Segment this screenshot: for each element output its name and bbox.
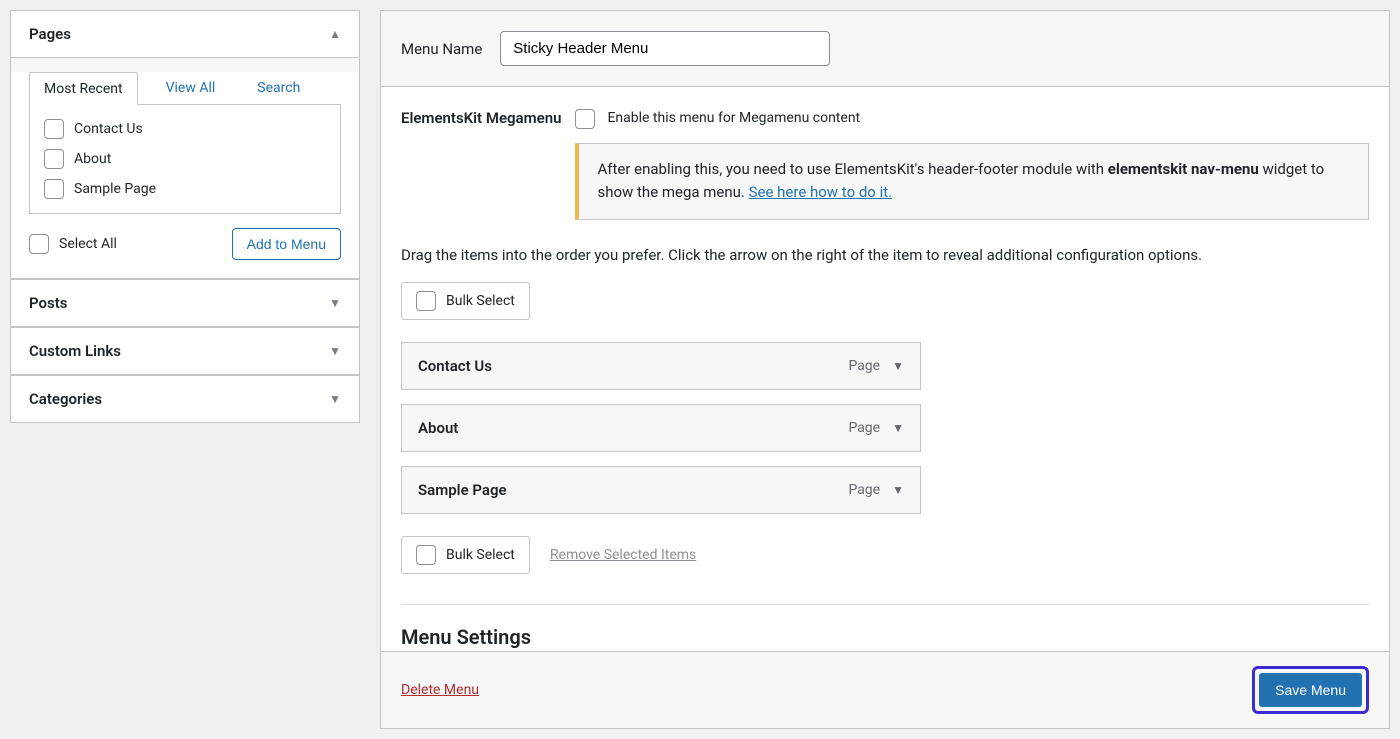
bulk-select-label: Bulk Select [446,547,515,563]
caret-down-icon[interactable]: ▼ [892,359,904,373]
bulk-select-bottom[interactable]: Bulk Select [401,536,530,574]
menu-items-list: Contact Us Page ▼ About Page ▼ Sample Pa… [401,342,1369,514]
megamenu-enable-checkbox[interactable] [575,109,595,129]
add-to-menu-button[interactable]: Add to Menu [232,228,341,260]
menu-item-title: Sample Page [418,481,507,499]
menu-item-type: Page [848,482,880,498]
page-item-label: Contact Us [74,121,143,137]
drag-instructions: Drag the items into the order you prefer… [401,246,1369,264]
checkbox[interactable] [44,149,64,169]
menu-item-meta: Page ▼ [848,420,904,436]
accordion-pages-header[interactable]: Pages ▲ [11,11,359,58]
bulk-select-top[interactable]: Bulk Select [401,282,530,320]
checkbox[interactable] [44,179,64,199]
menu-editor: Menu Name ElementsKit Megamenu Enable th… [380,10,1390,729]
caret-down-icon: ▼ [329,344,341,358]
menu-editor-content: ElementsKit Megamenu Enable this menu fo… [381,87,1389,651]
select-all-label: Select All [59,236,117,252]
megamenu-enable-label: Enable this menu for Megamenu content [607,110,860,126]
elementskit-label: ElementsKit Megamenu [401,107,561,127]
menu-name-input[interactable] [500,31,830,66]
save-menu-button[interactable]: Save Menu [1259,673,1362,707]
caret-up-icon: ▲ [329,27,341,41]
tab-most-recent[interactable]: Most Recent [29,72,138,105]
menu-item-meta: Page ▼ [848,482,904,498]
notice-link[interactable]: See here how to do it. [749,183,892,201]
accordion-title: Categories [29,390,102,408]
divider [401,604,1369,605]
pages-actions-row: Select All Add to Menu [29,228,341,260]
menu-item-type: Page [848,420,880,436]
caret-down-icon: ▼ [329,296,341,310]
accordion-custom-links-header[interactable]: Custom Links ▼ [11,327,359,375]
accordion-pages-title: Pages [29,25,71,43]
menu-item[interactable]: About Page ▼ [401,404,921,452]
menu-item[interactable]: Contact Us Page ▼ [401,342,921,390]
bulk-select-label: Bulk Select [446,293,515,309]
page-item-label: About [74,151,111,167]
page-item-label: Sample Page [74,181,156,197]
notice-text: After enabling this, you need to use Ele… [597,160,1107,178]
menu-item-meta: Page ▼ [848,358,904,374]
elementskit-row: ElementsKit Megamenu Enable this menu fo… [401,107,1369,220]
checkbox[interactable] [416,545,436,565]
delete-menu-link[interactable]: Delete Menu [401,682,479,698]
checkbox[interactable] [29,234,49,254]
add-items-sidebar: Pages ▲ Most Recent View All Search Cont… [10,10,360,423]
save-menu-highlight: Save Menu [1252,666,1369,714]
menu-item[interactable]: Sample Page Page ▼ [401,466,921,514]
page-item-about: About [44,149,326,169]
menu-editor-footer: Delete Menu Save Menu [381,651,1389,728]
menu-item-title: About [418,419,458,437]
page-item-sample-page: Sample Page [44,179,326,199]
accordion-posts-header[interactable]: Posts ▼ [11,279,359,327]
pages-tabs: Most Recent View All Search [29,72,341,105]
accordion-title: Custom Links [29,342,121,360]
accordion-categories-header[interactable]: Categories ▼ [11,375,359,422]
menu-item-title: Contact Us [418,357,492,375]
bulk-row-bottom: Bulk Select Remove Selected Items [401,536,1369,574]
menu-item-type: Page [848,358,880,374]
accordion-title: Posts [29,294,67,312]
checkbox[interactable] [416,291,436,311]
checkbox[interactable] [44,119,64,139]
megamenu-notice: After enabling this, you need to use Ele… [575,143,1369,220]
menu-settings-heading: Menu Settings [401,625,1369,649]
remove-selected-link[interactable]: Remove Selected Items [550,547,696,563]
menu-name-row: Menu Name [381,11,1389,87]
tab-search[interactable]: Search [243,72,314,105]
menu-name-label: Menu Name [401,40,482,58]
notice-bold: elementskit nav-menu [1108,160,1259,178]
select-all[interactable]: Select All [29,234,117,254]
caret-down-icon[interactable]: ▼ [892,483,904,497]
caret-down-icon[interactable]: ▼ [892,421,904,435]
caret-down-icon: ▼ [329,392,341,406]
accordion-pages-body: Most Recent View All Search Contact Us A… [11,72,359,279]
pages-list: Contact Us About Sample Page [29,104,341,214]
page-item-contact-us: Contact Us [44,119,326,139]
tab-view-all[interactable]: View All [152,72,230,105]
